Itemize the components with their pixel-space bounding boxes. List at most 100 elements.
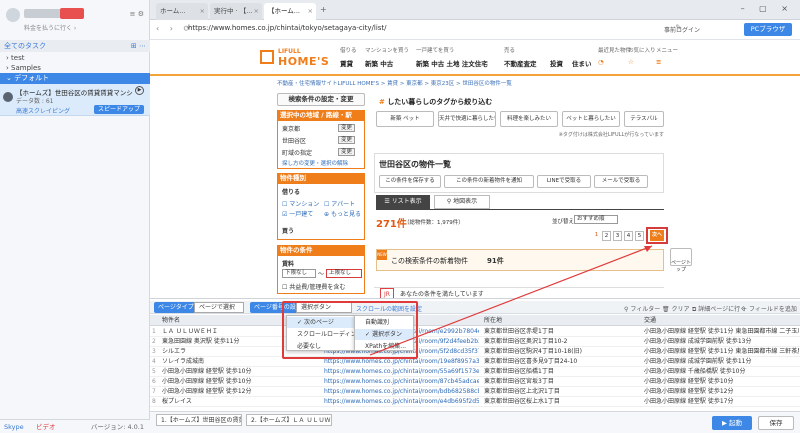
menu-icon[interactable]: ≡ ⚙ xyxy=(130,10,144,18)
page-type-select[interactable]: ページで選択 xyxy=(194,302,244,313)
site-logo[interactable]: LIFULL HOME'S xyxy=(260,48,329,70)
page-2[interactable]: 2 xyxy=(602,231,611,241)
checkbox-mansion[interactable]: ☐ マンション xyxy=(282,199,319,208)
table-row[interactable]: 3 シルエラ https://www.homes.co.jp/chintai/roo… xyxy=(150,347,800,357)
cell-url: https://www.homes.co.jp/chintai/room/87c… xyxy=(324,378,479,385)
new-listing-box[interactable]: NEW この検索条件の新着物件 91件 xyxy=(376,249,664,271)
search-condition-button[interactable]: 検索条件の設定・変更 xyxy=(277,93,365,106)
cell-name: 桜プレイス xyxy=(162,398,192,405)
rent-min-select[interactable]: 下限なし xyxy=(282,269,316,278)
line-button[interactable]: LINEで受取る xyxy=(537,175,591,188)
pc-browser-button[interactable]: PCブラウザ xyxy=(744,23,792,36)
area-header: 選択中の地域 / 路線・駅 xyxy=(277,110,365,121)
page-top-button[interactable]: ページトップ xyxy=(670,248,692,273)
table-row[interactable]: 6 小田急小田原線 経堂駅 徒歩10分 https://www.homes.co.j… xyxy=(150,377,800,387)
bottom-taskbar: 1.【ホームズ】世田谷区の賃貸賃 2.【ホームズ】ＬＡ ＵＬＵＷＥ ▶ 起動 保… xyxy=(150,411,800,433)
all-tasks-header[interactable]: 全てのタスク ⊞ ⋯ xyxy=(0,40,150,52)
tab-map-view[interactable]: ⚲ 地図表示 xyxy=(434,195,490,209)
new-tab-icon[interactable]: + xyxy=(320,5,327,14)
table-row[interactable]: 2東急田園線 奥沢駅 徒歩11分https://www.homes.co.jp/… xyxy=(150,337,800,347)
col-address[interactable]: 所在地 xyxy=(484,315,634,326)
page-3[interactable]: 3 xyxy=(613,231,622,241)
skype-link[interactable]: Skype xyxy=(4,420,24,433)
site-header: LIFULL HOME'S 借りる 賃貸 マンションを買う 新築 中古 一戸建てを買… xyxy=(150,40,800,76)
save-button[interactable]: 保存 xyxy=(758,416,794,430)
play-icon: ▶ xyxy=(721,419,727,427)
pre-login-button[interactable]: 事前ログイン xyxy=(664,25,700,34)
tree-item-default[interactable]: ⌄ デフォルト xyxy=(0,73,150,84)
recent-icon[interactable]: ◔ xyxy=(598,58,604,66)
change-button[interactable]: 変更 xyxy=(338,124,356,132)
filter-button[interactable]: ⚲ フィルター xyxy=(624,304,660,313)
close-icon[interactable]: × xyxy=(200,3,205,20)
avatar[interactable] xyxy=(6,8,20,22)
star-icon[interactable]: ☆ xyxy=(628,58,634,66)
run-button[interactable]: ▶ 起動 xyxy=(712,416,752,430)
browser-tab-active[interactable]: 【ホーム... × xyxy=(264,3,316,20)
breadcrumb[interactable]: 不動産・住宅情報サイトLIFULL HOME'S > 賃貸 > 東京都 > 東京… xyxy=(277,79,512,87)
notify-button[interactable]: この条件の新着物件を通知 xyxy=(444,175,534,188)
cell-address: 東京都世田谷区船橋1丁目 xyxy=(484,368,554,375)
fee-checkbox[interactable]: ☐ 共益費/管理費を含む xyxy=(282,282,345,291)
table-row[interactable]: 4 ソレイラ成城南 https://www.homes.co.jp/chintai/… xyxy=(150,357,800,367)
cell-index: 5 xyxy=(152,368,156,375)
col-traffic[interactable]: 交通 xyxy=(644,315,794,326)
change-button[interactable]: 変更 xyxy=(338,148,356,156)
save-condition-button[interactable]: この条件を保存する xyxy=(379,175,441,188)
condition-box: 賃料 下限なし 〜 上限なし ☐ 共益費/管理費を含む xyxy=(277,256,365,294)
detail-page-button[interactable]: ⧉ 詳細ページに行く xyxy=(692,304,746,314)
close-icon[interactable]: × xyxy=(254,3,259,20)
sort-select[interactable]: おすすめ順 xyxy=(574,215,618,224)
task-tab[interactable]: 1.【ホームズ】世田谷区の賃貸賃 xyxy=(156,414,242,426)
table-row[interactable]: 1ＬＡ ＵＬＵＷＥＨＩhttps://www.homes.co.jp/chint… xyxy=(150,327,800,337)
task-card[interactable]: 【ホームズ】世田谷区の賃貸賃貸マンション ▶ データ数 : 61 高速スクレイピ… xyxy=(0,84,150,116)
table-row[interactable]: 7 小田急小田原線 経堂駅 徒歩12分 https://www.homes.co.j… xyxy=(150,387,800,397)
page-5[interactable]: 5 xyxy=(635,231,644,241)
task-tab[interactable]: 2.【ホームズ】ＬＡ ＵＬＵＷＥ xyxy=(246,414,332,426)
area-reset-link[interactable]: 探し方の変更・選択の解除 xyxy=(282,159,348,167)
table-row[interactable]: 8 桜プレイス https://www.homes.co.jp/chintai/ro… xyxy=(150,397,800,407)
change-button[interactable]: 変更 xyxy=(338,136,356,144)
speed-up-button[interactable]: スピードアップ xyxy=(93,105,144,114)
jr-notice: JR あなたの条件を満たしています xyxy=(374,287,664,298)
area-box: 東京都 変更 世田谷区 変更 町域の指定 変更 探し方の変更・選択の解除 xyxy=(277,121,365,169)
condition-header: 物件の条件 xyxy=(277,245,365,256)
more-link[interactable]: ⊕ もっと見る xyxy=(324,209,361,218)
cell-address: 東京都世田谷区宮坂3丁目 xyxy=(484,378,554,385)
window-controls[interactable]: – ▢ × xyxy=(741,4,794,13)
hamburger-icon[interactable]: ≡ xyxy=(656,58,661,66)
browser-tab[interactable]: ホーム... × xyxy=(156,3,208,20)
url-input[interactable]: https://www.homes.co.jp/chintai/tokyo/se… xyxy=(188,24,387,32)
close-icon[interactable]: × xyxy=(308,3,313,20)
robot-icon xyxy=(3,92,13,102)
tag-chip[interactable]: 新築 ペット xyxy=(376,111,434,127)
tag-chip[interactable]: 天井で快適に暮らしたい xyxy=(438,111,496,127)
table-row[interactable]: 5 小田急小田原線 経堂駅 徒歩10分 https://www.homes.co.j… xyxy=(150,367,800,377)
checkbox-house[interactable]: ☑ 一戸建て xyxy=(282,209,313,218)
checkbox-apartment[interactable]: ☐ アパート xyxy=(324,199,355,208)
cell-name: 小田急小田原線 経堂駅 徒歩10分 xyxy=(162,378,252,385)
pricing-link[interactable]: 料金を払うに行く › xyxy=(24,23,76,32)
play-icon[interactable]: ▶ xyxy=(135,86,144,95)
add-folder-icon[interactable]: ⊞ ⋯ xyxy=(131,40,146,52)
rent-max-select[interactable]: 上限なし xyxy=(326,269,362,278)
tag-chip[interactable]: 料理を楽しみたい xyxy=(500,111,558,127)
browser-tab[interactable]: 実行中 · 【... × xyxy=(210,3,262,20)
cell-address: 東京都世田谷区喜多見9丁目24-10 xyxy=(484,358,578,365)
task-mode: 高速スクレイピング xyxy=(16,108,71,115)
web-page: LIFULL HOME'S 借りる 賃貸 マンションを買う 新築 中古 一戸建てを買… xyxy=(150,40,800,298)
page-4[interactable]: 4 xyxy=(624,231,633,241)
tab-list-view[interactable]: ☰ リスト表示 xyxy=(376,195,430,209)
mail-button[interactable]: メールで受取る xyxy=(594,175,648,188)
video-link[interactable]: ビデオ xyxy=(36,420,56,433)
cell-traffic: 小田急小田原線 経堂駅 徒歩10分 xyxy=(644,378,734,385)
next-page-button[interactable]: 次へ xyxy=(646,227,668,244)
add-field-button[interactable]: + フィールドを追加 xyxy=(742,304,797,313)
tag-chip[interactable]: テラスバル xyxy=(624,111,664,127)
tag-chip[interactable]: ペットと暮らしたい xyxy=(562,111,620,127)
type-header: 物件種別 xyxy=(277,173,365,184)
page-1[interactable]: 1 xyxy=(592,231,601,241)
cell-address: 東京都世田谷区上北沢1丁目 xyxy=(484,388,560,395)
total-count: （総物件数：1,979件） xyxy=(404,220,464,226)
clear-button[interactable]: 🗑 クリア xyxy=(662,304,690,313)
